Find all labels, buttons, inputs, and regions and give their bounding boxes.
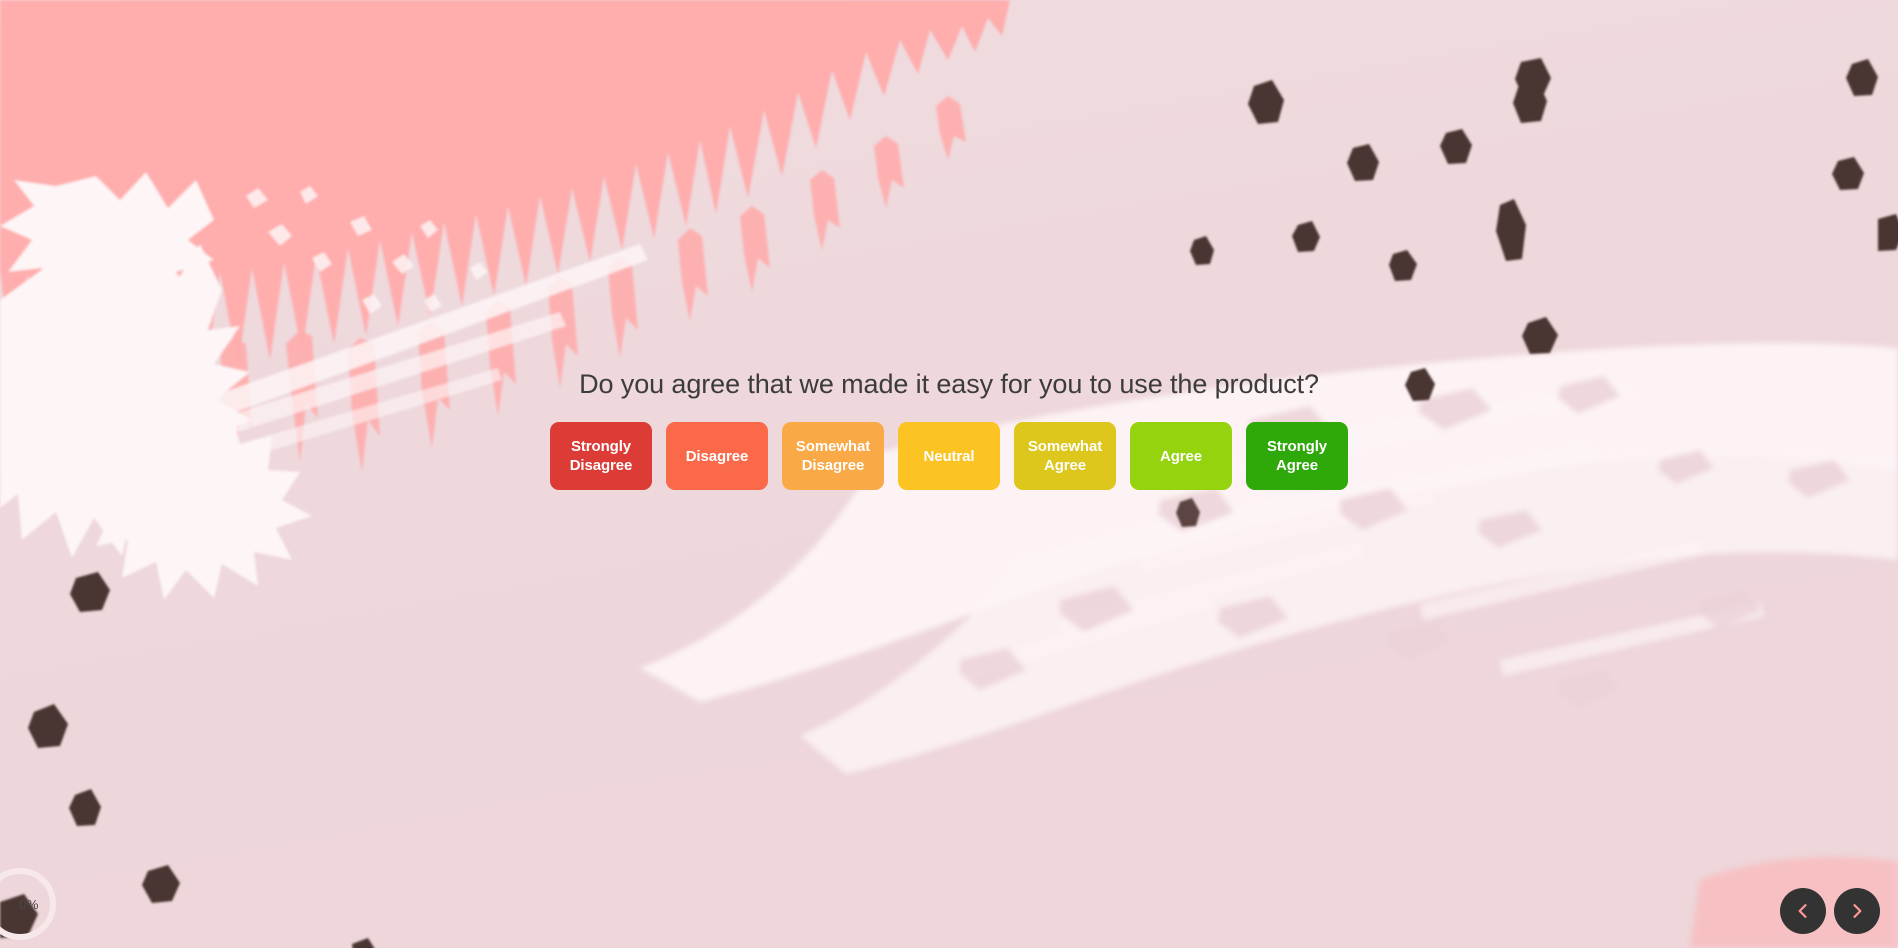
question-title: Do you agree that we made it easy for yo… — [579, 369, 1319, 399]
choice-somewhat-agree[interactable]: Somewhat Agree — [1014, 422, 1116, 491]
choice-neutral[interactable]: Neutral — [898, 422, 1000, 491]
previous-button[interactable] — [1780, 888, 1826, 934]
chevron-right-icon — [1853, 904, 1862, 918]
choice-strongly-agree[interactable]: Strongly Agree — [1246, 422, 1348, 491]
progress-indicator: 0% — [0, 862, 62, 946]
next-button[interactable] — [1834, 888, 1880, 934]
choice-agree[interactable]: Agree — [1130, 422, 1232, 491]
choice-options-row: Strongly Disagree Disagree Somewhat Disa… — [550, 422, 1348, 491]
choice-somewhat-disagree[interactable]: Somewhat Disagree — [782, 422, 884, 491]
navigation-controls — [1780, 888, 1880, 934]
progress-percent-label: 0% — [19, 896, 39, 912]
choice-strongly-disagree[interactable]: Strongly Disagree — [550, 422, 652, 491]
survey-stage: Do you agree that we made it easy for yo… — [0, 0, 1898, 948]
question-block: Do you agree that we made it easy for yo… — [0, 368, 1898, 491]
choice-disagree[interactable]: Disagree — [666, 422, 768, 491]
chevron-left-icon — [1798, 904, 1807, 918]
